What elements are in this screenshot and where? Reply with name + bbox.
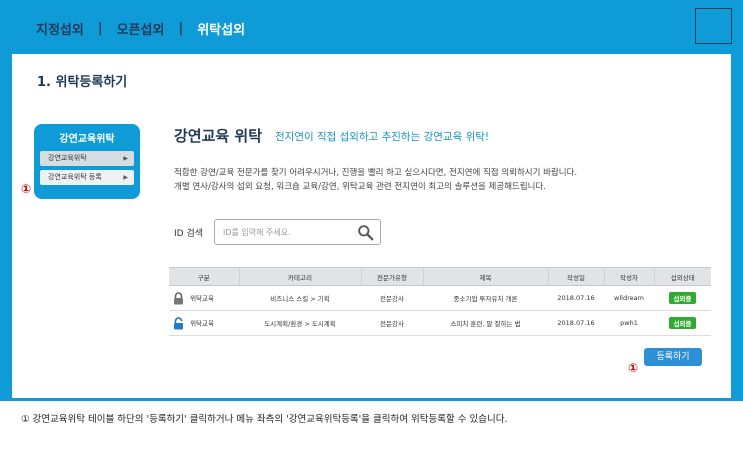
section-subtitle: 전지연이 직접 섭외하고 추진하는 강연교육 위탁!: [275, 131, 490, 143]
content-panel: 1. 위탁등록하기 강연교육위탁 강연교육위탁 ▶ 강연교육위탁 등록 ▶ ① …: [12, 54, 731, 398]
footer-note: ① 강연교육위탁 테이블 하단의 '등록하기' 클릭하거나 메뉴 좌측의 '강연…: [21, 414, 508, 425]
tab-designated[interactable]: 지정섭외: [36, 19, 84, 38]
side-menu-title: 강연교육위탁: [59, 134, 115, 145]
side-menu-item-label: 강연교육위탁 등록: [48, 173, 102, 181]
id-search-input[interactable]: [223, 225, 358, 240]
consignment-table: 구분 카테고리 전문가유형 제목 작성일 작성자 섭외상태 위탁교육 비즈니스 …: [169, 267, 711, 344]
nav-separator: |: [178, 21, 184, 36]
cell-type: 전문강사: [361, 285, 423, 311]
cell-author: wlldream: [604, 285, 654, 311]
header-frame: 지정섭외 | 오픈섭외 | 위탁섭외 1. 위탁등록하기 강연교육위탁 강연교육…: [0, 0, 743, 401]
description-line: 적합한 강연/교육 전문가를 찾기 어려우시거나, 진행을 빨리 하고 싶으시다…: [174, 168, 578, 178]
col-type: 전문가유형: [361, 267, 424, 286]
cell-status: 섭외중: [654, 285, 711, 311]
nav-separator: |: [97, 21, 103, 36]
description-line: 개별 연사/강사의 섭외 요청, 워크숍 교육/강연, 위탁교육 관련 전지연이…: [174, 182, 546, 192]
table-row[interactable]: 위탁교육 비즈니스 스킬 > 기획 전문강사 중소기업 투자유치 개론 2018…: [169, 285, 711, 311]
cell-kind-text: 위탁교육: [190, 294, 214, 302]
cell-category: 도시계획/환경 > 도시계획: [239, 310, 361, 336]
table-row[interactable]: 위탁교육 도시계획/환경 > 도시계획 전문강사 스피치 훈련, 말 잘하는 법…: [169, 310, 711, 336]
cell-date: 2018.07.16: [548, 285, 604, 311]
section-description: 적합한 강연/교육 전문가를 찾기 어려우시거나, 진행을 빨리 하고 싶으시다…: [174, 166, 577, 194]
cell-kind-text: 위탁교육: [190, 319, 214, 327]
col-category: 카테고리: [239, 267, 362, 286]
marker-register: ①: [628, 361, 639, 375]
status-badge: 섭외중: [668, 292, 697, 304]
side-menu-item-consignment[interactable]: 강연교육위탁 ▶: [40, 151, 134, 166]
tab-open[interactable]: 오픈섭외: [117, 19, 165, 38]
marker-side: ①: [21, 182, 32, 196]
page-title: 1. 위탁등록하기: [37, 75, 128, 90]
cell-status: 섭외중: [654, 310, 711, 336]
table-header-row: 구분 카테고리 전문가유형 제목 작성일 작성자 섭외상태: [169, 267, 711, 286]
side-menu-item-consignment-register[interactable]: 강연교육위탁 등록 ▶: [40, 170, 134, 185]
col-subject: 제목: [423, 267, 549, 286]
id-search-box: [214, 219, 381, 245]
lock-closed-icon: [174, 291, 183, 304]
chevron-right-icon: ▶: [123, 174, 128, 181]
top-nav: 지정섭외 | 오픈섭외 | 위탁섭외: [36, 19, 245, 38]
cell-author: pwh1: [604, 310, 654, 336]
cell-date: 2018.07.16: [548, 310, 604, 336]
id-search-label: ID 검색: [174, 229, 204, 239]
cell-type: 전문강사: [361, 310, 423, 336]
col-status: 섭외상태: [654, 267, 711, 286]
lock-open-icon: [174, 316, 183, 329]
search-icon[interactable]: [357, 224, 374, 241]
section-title: 강연교육 위탁: [174, 127, 263, 145]
cell-kind: 위탁교육: [169, 310, 239, 336]
cell-category: 비즈니스 스킬 > 기획: [239, 285, 361, 311]
side-menu: 강연교육위탁 강연교육위탁 ▶ 강연교육위탁 등록 ▶: [34, 124, 140, 199]
status-badge: 섭외중: [668, 317, 697, 329]
col-kind: 구분: [169, 267, 240, 286]
cell-subject[interactable]: 스피치 훈련, 말 잘하는 법: [423, 310, 548, 336]
cell-kind: 위탁교육: [169, 285, 239, 311]
register-button[interactable]: 등록하기: [644, 348, 702, 366]
cell-subject[interactable]: 중소기업 투자유치 개론: [423, 285, 548, 311]
menu-square-icon[interactable]: [695, 8, 732, 44]
col-author: 작성자: [604, 267, 655, 286]
tab-consignment[interactable]: 위탁섭외: [197, 19, 245, 38]
table-row-empty: [169, 336, 711, 344]
side-menu-item-label: 강연교육위탁: [48, 154, 87, 162]
col-date: 작성일: [548, 267, 605, 286]
chevron-right-icon: ▶: [123, 155, 128, 162]
